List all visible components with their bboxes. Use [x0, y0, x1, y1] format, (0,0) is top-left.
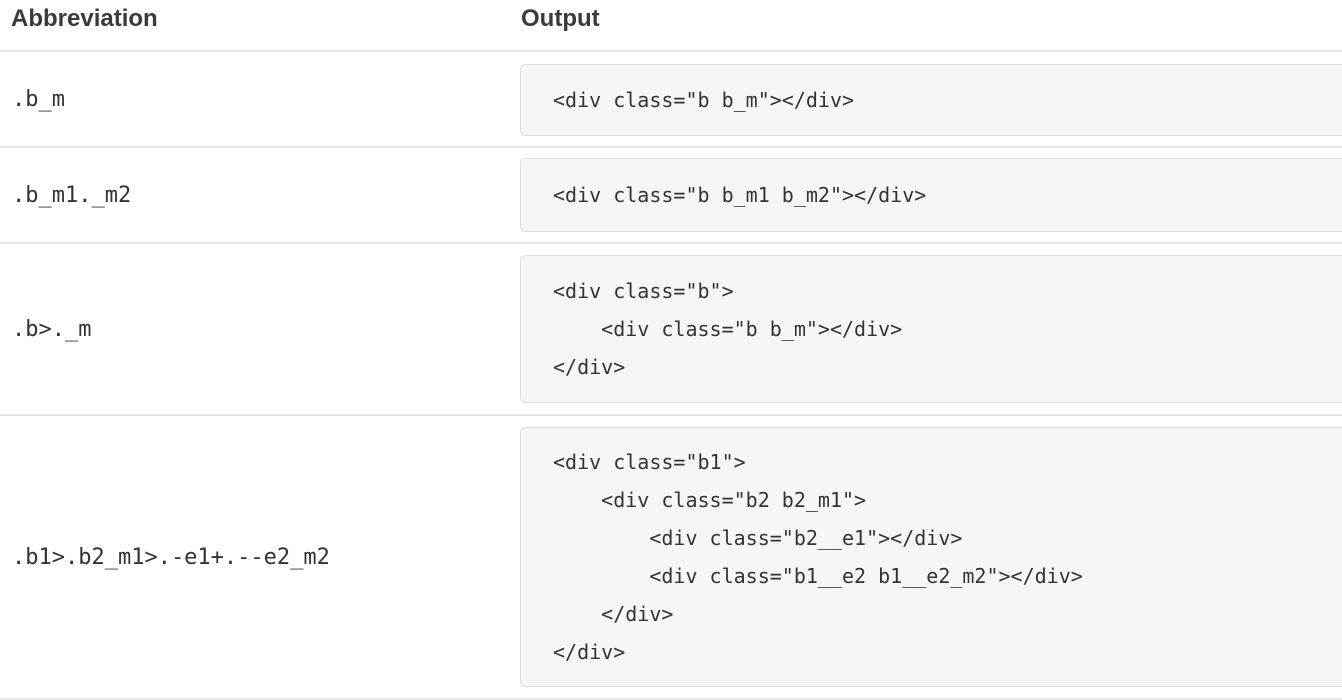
table-row: .b1>.b2_m1>.-e1+.--e2_m2 <div class="b1"… — [0, 416, 1342, 700]
column-header-output: Output — [521, 5, 600, 32]
code-line: </div> — [553, 355, 626, 379]
abbreviation-cell: .b_m — [12, 86, 65, 112]
output-code-block: <div class="b b_m1 b_m2"></div> — [520, 158, 1342, 232]
table-header: Abbreviation Output — [0, 0, 1342, 52]
code-line: <div class="b1"> — [553, 450, 746, 474]
abbreviation-cell: .b1>.b2_m1>.-e1+.--e2_m2 — [12, 544, 330, 570]
code-line: <div class="b2__e1"></div> — [553, 526, 963, 550]
abbreviation-table: Abbreviation Output .b_m <div class="b b… — [0, 0, 1342, 700]
column-header-abbreviation: Abbreviation — [11, 5, 158, 32]
code-line: <div class="b2 b2_m1"> — [553, 488, 867, 512]
table-row: .b>._m <div class="b"> <div class="b b_m… — [0, 244, 1342, 416]
code-line: <div class="b"> — [553, 279, 734, 303]
code-line: <div class="b b_m"></div> — [553, 317, 903, 341]
output-code-block: <div class="b b_m"></div> — [520, 64, 1342, 136]
abbreviation-cell: .b_m1._m2 — [12, 182, 132, 208]
code-line: </div> — [553, 602, 674, 626]
table-row: .b_m <div class="b b_m"></div> — [0, 52, 1342, 148]
code-line: <div class="b1__e2 b1__e2_m2"></div> — [553, 564, 1083, 588]
code-line: <div class="b b_m"></div> — [553, 88, 855, 112]
code-line: <div class="b b_m1 b_m2"></div> — [553, 183, 927, 207]
abbreviation-cell: .b>._m — [12, 316, 92, 342]
code-line: </div> — [553, 640, 626, 664]
output-code-block: <div class="b"> <div class="b b_m"></div… — [520, 255, 1342, 403]
output-code-block: <div class="b1"> <div class="b2 b2_m1"> … — [520, 427, 1342, 687]
table-row: .b_m1._m2 <div class="b b_m1 b_m2"></div… — [0, 148, 1342, 244]
